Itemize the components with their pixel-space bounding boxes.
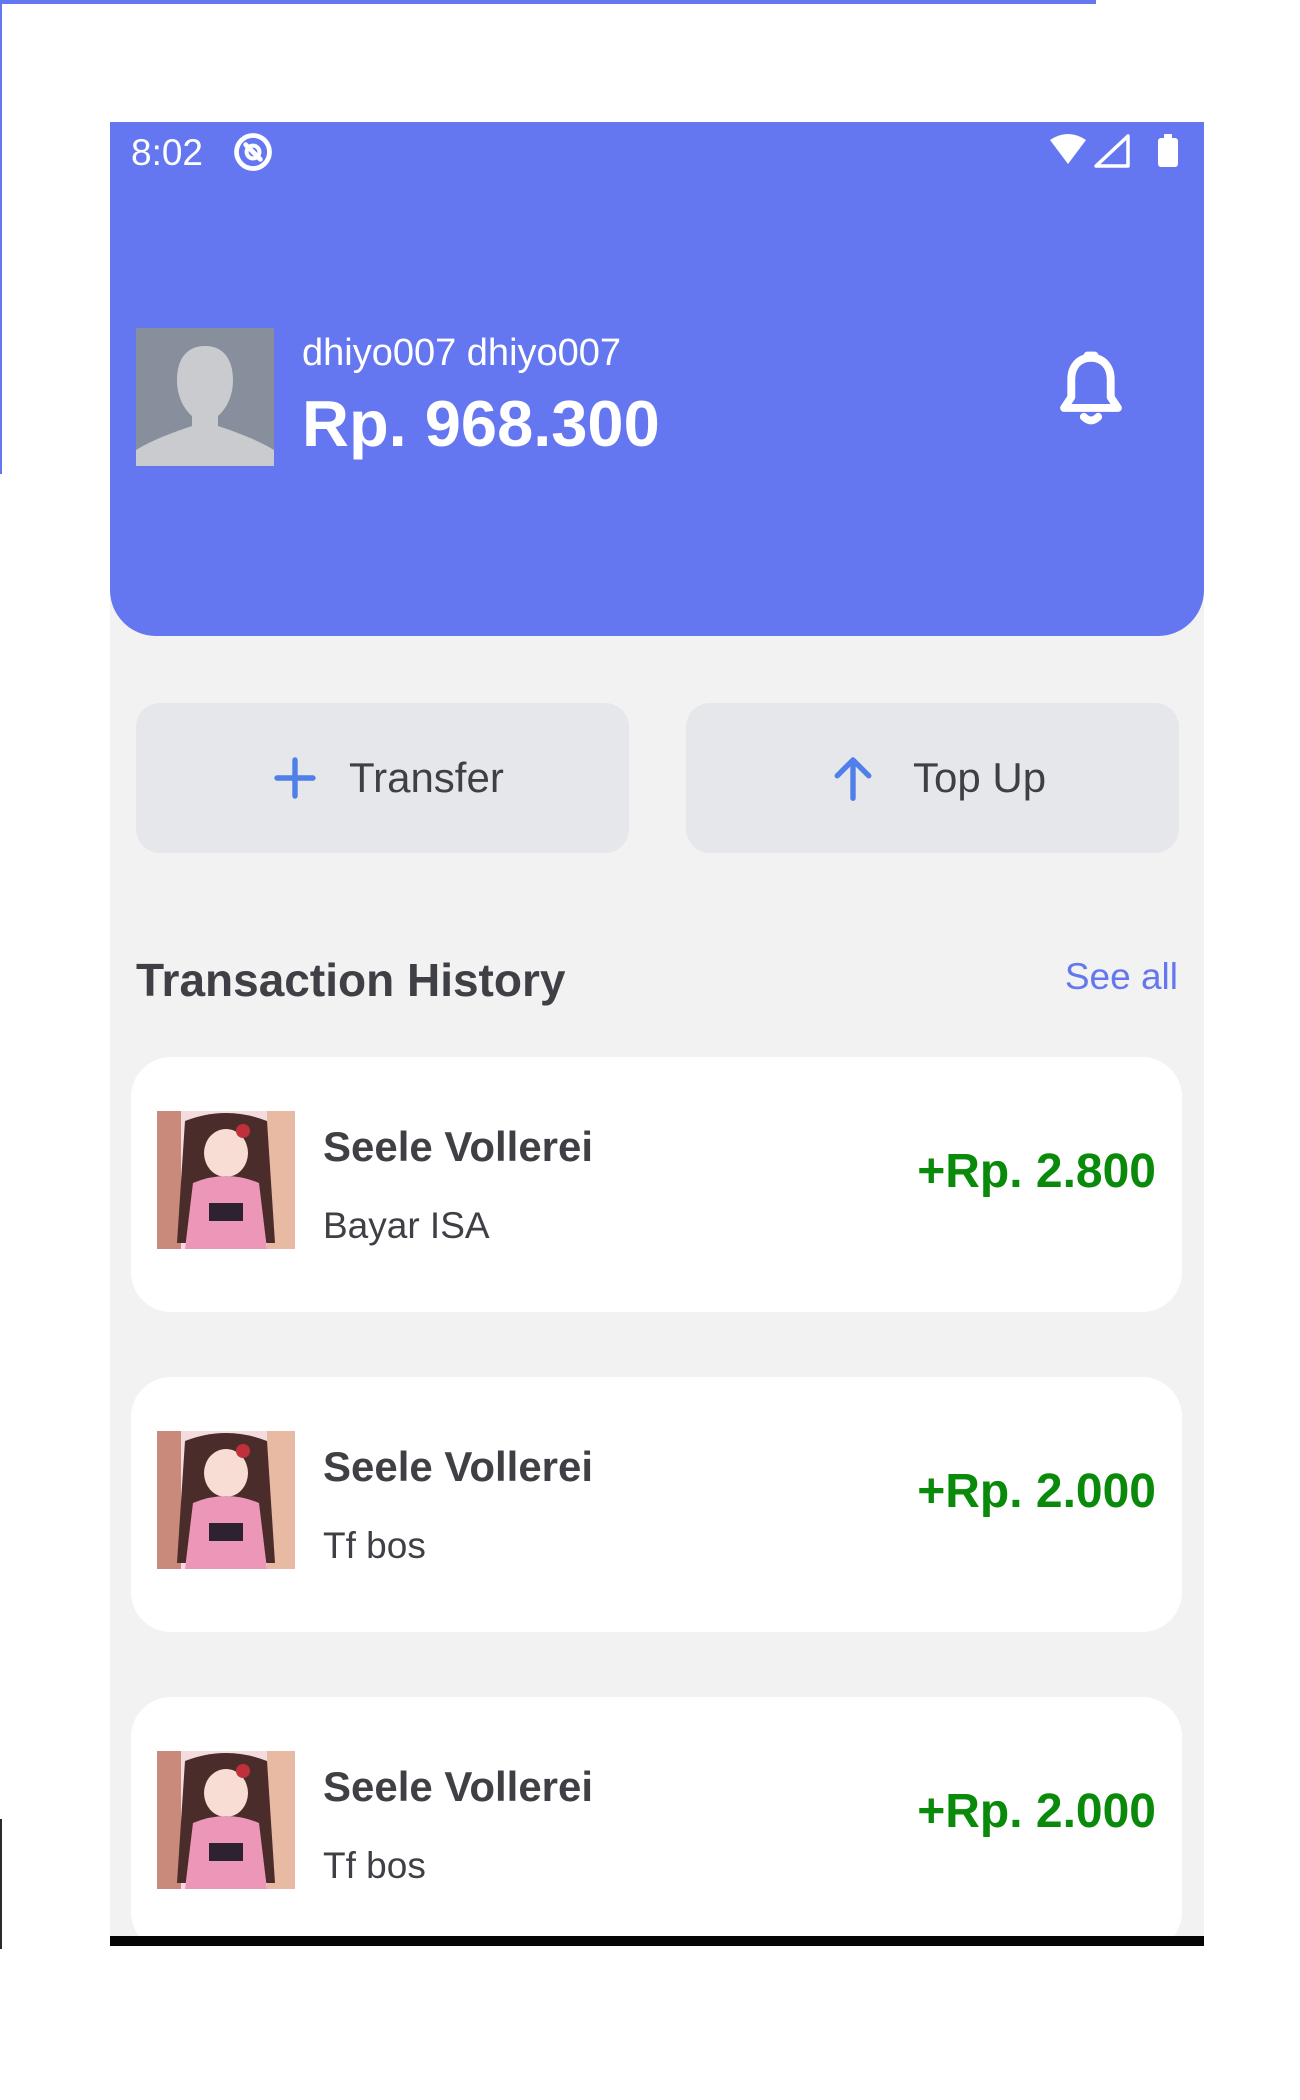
bell-icon[interactable] bbox=[1048, 347, 1134, 433]
anime-avatar-image bbox=[157, 1111, 295, 1249]
transaction-note: Bayar ISA bbox=[323, 1205, 490, 1246]
bottom-edge-bar bbox=[110, 1936, 1204, 1946]
transaction-amount: +Rp. 2.000 bbox=[917, 1785, 1156, 1838]
transaction-name: Seele Vollerei bbox=[323, 1443, 594, 1490]
wifi-icon bbox=[1050, 134, 1086, 164]
see-all-link[interactable]: See all bbox=[1065, 954, 1178, 1000]
topup-label: Top Up bbox=[913, 754, 1047, 801]
transaction-name: Seele Vollerei bbox=[323, 1123, 594, 1170]
transaction-avatar bbox=[157, 1431, 295, 1569]
transaction-avatar bbox=[157, 1111, 295, 1249]
plus-icon bbox=[274, 757, 316, 799]
phone-screen: 8:02 dhiyo007 dhiyo007 Rp. 968.300 Trans… bbox=[110, 122, 1204, 1941]
cell-signal-icon bbox=[1094, 134, 1130, 168]
avatar[interactable] bbox=[136, 328, 274, 466]
transaction-name: Seele Vollerei bbox=[323, 1763, 594, 1810]
balance-amount: Rp. 968.300 bbox=[302, 387, 660, 460]
transaction-note: Tf bos bbox=[323, 1525, 426, 1566]
frame-line-left-lower bbox=[0, 1819, 2, 1949]
battery-icon bbox=[1158, 134, 1178, 167]
transaction-history-title: Transaction History bbox=[136, 954, 566, 1006]
transaction-avatar bbox=[157, 1751, 295, 1889]
frame-line-top bbox=[0, 0, 1096, 4]
transaction-amount: +Rp. 2.000 bbox=[917, 1465, 1156, 1518]
transaction-note: Tf bos bbox=[323, 1845, 426, 1886]
avatar-silhouette-icon bbox=[136, 328, 274, 466]
transaction-card[interactable]: Seele Vollerei Tf bos +Rp. 2.000 bbox=[131, 1377, 1182, 1632]
sync-icon bbox=[234, 133, 272, 171]
transaction-amount: +Rp. 2.800 bbox=[917, 1145, 1156, 1198]
status-time: 8:02 bbox=[131, 132, 204, 173]
arrow-up-icon bbox=[834, 757, 872, 801]
profile-header: 8:02 dhiyo007 dhiyo007 Rp. 968.300 bbox=[110, 122, 1204, 636]
transfer-button[interactable]: Transfer bbox=[136, 703, 629, 853]
status-icons bbox=[1050, 134, 1178, 168]
frame-line-left bbox=[0, 0, 2, 474]
anime-avatar-image bbox=[157, 1751, 295, 1889]
username: dhiyo007 dhiyo007 bbox=[302, 332, 622, 374]
transfer-label: Transfer bbox=[349, 754, 504, 801]
transaction-card[interactable]: Seele Vollerei Bayar ISA +Rp. 2.800 bbox=[131, 1057, 1182, 1312]
topup-button[interactable]: Top Up bbox=[686, 703, 1179, 853]
transaction-card[interactable]: Seele Vollerei Tf bos +Rp. 2.000 bbox=[131, 1697, 1182, 1941]
anime-avatar-image bbox=[157, 1431, 295, 1569]
